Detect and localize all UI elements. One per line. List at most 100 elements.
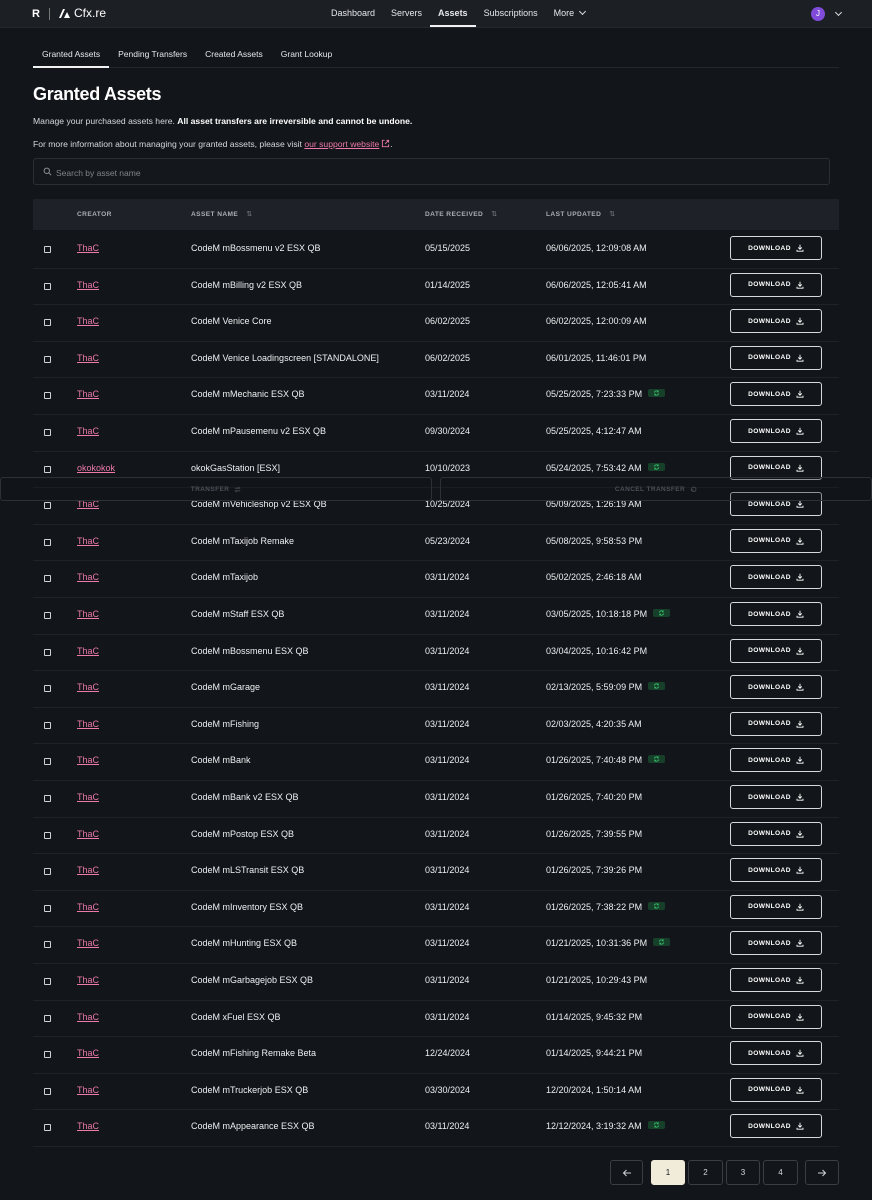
row-checkbox[interactable]: [44, 1124, 51, 1132]
row-checkbox[interactable]: [44, 246, 51, 253]
nav-more[interactable]: More: [546, 0, 594, 27]
row-checkbox[interactable]: [44, 465, 51, 473]
download-button[interactable]: DOWNLOAD: [730, 1041, 822, 1066]
creator-link[interactable]: ThaC: [77, 1121, 99, 1131]
creator-link[interactable]: ThaC: [77, 792, 99, 802]
page-3-button[interactable]: 3: [726, 1160, 760, 1185]
row-checkbox[interactable]: [44, 978, 51, 985]
row-checkbox[interactable]: [44, 429, 51, 436]
row-checkbox[interactable]: [44, 685, 51, 693]
prev-page-button[interactable]: [610, 1160, 643, 1185]
column-asset-name[interactable]: ASSET NAME ⇅: [191, 199, 253, 230]
tab-granted-assets[interactable]: Granted Assets: [33, 42, 110, 68]
sort-icon[interactable]: ⇅: [246, 211, 252, 218]
download-button[interactable]: DOWNLOAD: [730, 748, 822, 773]
creator-link[interactable]: ThaC: [77, 1012, 99, 1022]
download-button[interactable]: DOWNLOAD: [730, 309, 822, 334]
column-last-updated[interactable]: LAST UPDATED ⇅: [546, 199, 616, 230]
row-checkbox[interactable]: [44, 612, 51, 619]
cancel-transfer-button[interactable]: CANCEL TRANSFER: [440, 477, 872, 501]
download-button[interactable]: DOWNLOAD: [730, 675, 822, 700]
nav-servers[interactable]: Servers: [383, 0, 430, 27]
download-button[interactable]: DOWNLOAD: [730, 1077, 822, 1102]
download-button[interactable]: DOWNLOAD: [730, 236, 822, 260]
creator-link[interactable]: ThaC: [77, 389, 99, 399]
row-checkbox[interactable]: [44, 721, 51, 729]
download-button[interactable]: DOWNLOAD: [730, 968, 822, 992]
download-button[interactable]: DOWNLOAD: [730, 858, 822, 883]
download-button[interactable]: DOWNLOAD: [730, 821, 822, 846]
tab-pending-transfers[interactable]: Pending Transfers: [109, 42, 196, 67]
nav-assets[interactable]: Assets: [430, 0, 476, 27]
transfer-button[interactable]: TRANSFER: [0, 477, 432, 501]
row-checkbox[interactable]: [44, 941, 51, 949]
row-checkbox[interactable]: [44, 392, 51, 400]
row-checkbox[interactable]: [44, 502, 51, 510]
row-checkbox[interactable]: [44, 648, 51, 656]
page-4-button[interactable]: 4: [763, 1160, 798, 1185]
cfx-logo[interactable]: Cfx.re: [58, 6, 106, 20]
sort-icon[interactable]: ⇅: [491, 211, 497, 218]
download-button[interactable]: DOWNLOAD: [730, 931, 822, 956]
row-checkbox[interactable]: [44, 282, 51, 290]
creator-link[interactable]: ThaC: [77, 975, 99, 985]
row-checkbox[interactable]: [44, 795, 51, 802]
creator-link[interactable]: ThaC: [77, 1048, 99, 1058]
rockstar-logo[interactable]: R: [32, 8, 40, 20]
row-checkbox[interactable]: [44, 1014, 51, 1022]
download-button[interactable]: DOWNLOAD: [730, 345, 822, 370]
creator-link[interactable]: ThaC: [77, 316, 99, 326]
creator-link[interactable]: ThaC: [77, 829, 99, 839]
next-page-button[interactable]: [805, 1160, 839, 1185]
creator-link[interactable]: ThaC: [77, 1085, 99, 1095]
download-button[interactable]: DOWNLOAD: [730, 455, 822, 480]
creator-link[interactable]: ThaC: [77, 755, 99, 765]
row-checkbox[interactable]: [44, 538, 51, 546]
download-button[interactable]: DOWNLOAD: [730, 1114, 822, 1139]
column-date-received[interactable]: DATE RECEIVED ⇅: [425, 199, 497, 230]
row-checkbox[interactable]: [44, 868, 51, 876]
external-link-icon[interactable]: [381, 139, 390, 148]
download-button[interactable]: DOWNLOAD: [730, 894, 822, 919]
row-checkbox[interactable]: [44, 1051, 51, 1059]
creator-link[interactable]: ThaC: [77, 865, 99, 875]
creator-link[interactable]: ThaC: [77, 243, 99, 253]
sort-icon[interactable]: ⇅: [609, 211, 615, 218]
page-1-button[interactable]: 1: [651, 1160, 685, 1185]
search-input[interactable]: [54, 159, 818, 186]
tab-grant-lookup[interactable]: Grant Lookup: [272, 42, 342, 67]
tab-created-assets[interactable]: Created Assets: [196, 42, 272, 67]
creator-link[interactable]: ThaC: [77, 572, 99, 582]
creator-link[interactable]: ThaC: [77, 536, 99, 546]
row-checkbox[interactable]: [44, 355, 51, 363]
creator-link[interactable]: ThaC: [77, 646, 99, 656]
row-checkbox[interactable]: [44, 758, 51, 766]
nav-dashboard[interactable]: Dashboard: [323, 0, 383, 27]
creator-link[interactable]: ThaC: [77, 280, 99, 290]
avatar[interactable]: J: [811, 7, 825, 21]
download-button[interactable]: DOWNLOAD: [730, 528, 822, 553]
support-website-link[interactable]: our support website: [304, 139, 379, 149]
download-button[interactable]: DOWNLOAD: [730, 602, 822, 626]
creator-link[interactable]: ThaC: [77, 609, 99, 619]
row-checkbox[interactable]: [44, 904, 51, 912]
download-button[interactable]: DOWNLOAD: [730, 382, 822, 407]
download-button[interactable]: DOWNLOAD: [730, 1004, 822, 1029]
row-checkbox[interactable]: [44, 831, 51, 839]
creator-link[interactable]: ThaC: [77, 353, 99, 363]
creator-link[interactable]: ThaC: [77, 902, 99, 912]
creator-link[interactable]: ThaC: [77, 426, 99, 436]
download-button[interactable]: DOWNLOAD: [730, 711, 822, 736]
nav-subscriptions[interactable]: Subscriptions: [476, 0, 546, 27]
creator-link[interactable]: okokokok: [77, 463, 115, 473]
row-checkbox[interactable]: [44, 319, 51, 327]
account-chevron-down-icon[interactable]: [834, 8, 843, 17]
download-button[interactable]: DOWNLOAD: [730, 419, 822, 443]
creator-link[interactable]: ThaC: [77, 682, 99, 692]
download-button[interactable]: DOWNLOAD: [730, 638, 822, 663]
creator-link[interactable]: ThaC: [77, 938, 99, 948]
download-button[interactable]: DOWNLOAD: [730, 272, 822, 297]
row-checkbox[interactable]: [44, 1087, 51, 1095]
download-button[interactable]: DOWNLOAD: [730, 785, 822, 809]
row-checkbox[interactable]: [44, 575, 51, 583]
